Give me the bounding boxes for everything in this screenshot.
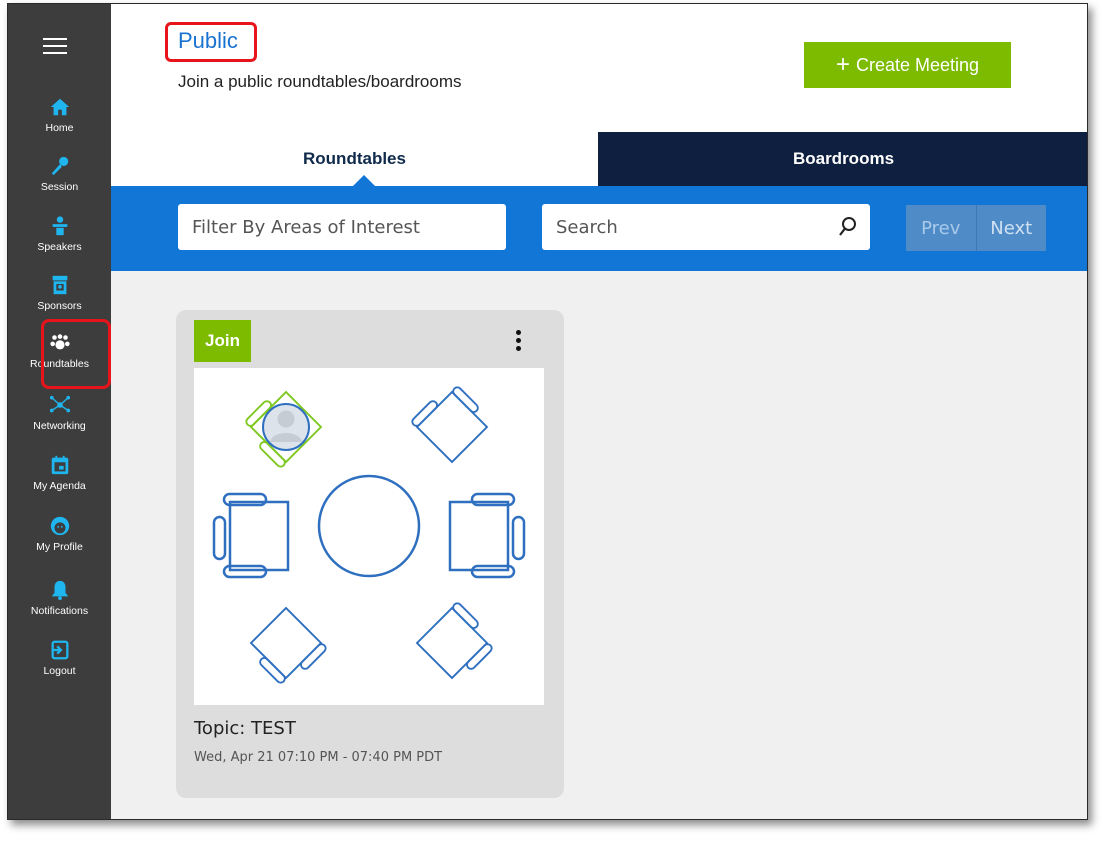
tab-boardrooms[interactable]: Boardrooms [598,132,1087,186]
interest-filter-input[interactable]: Filter By Areas of Interest [178,204,506,250]
sidebar-item-home[interactable]: Home [8,96,111,152]
calendar-icon [51,455,68,475]
sidebar-item-label: My Profile [36,541,83,553]
search-placeholder: Search [556,216,618,238]
seat-empty[interactable] [212,492,290,579]
interest-filter-placeholder: Filter By Areas of Interest [192,216,420,238]
pagination: Prev Next [906,205,1046,251]
sidebar-item-logout[interactable]: Logout [8,639,111,695]
sidebar-item-label: Notifications [30,605,89,617]
roundtables-highlight-annotation [41,319,111,389]
sidebar-item-label: Session [40,181,79,193]
avatar [262,403,310,451]
sidebar-item-label: Logout [43,665,76,677]
roundtable-card: Join Topic: TEST Wed, Apr 21 07:10 PM - … [176,310,564,798]
seat-empty[interactable] [448,492,526,579]
speaker-podium-icon [52,216,67,236]
search-icon[interactable] [838,216,858,238]
sidebar-item-notifications[interactable]: Notifications [8,579,111,635]
next-button[interactable]: Next [977,205,1047,251]
sidebar-item-networking[interactable]: Networking [8,394,111,450]
prev-button[interactable]: Prev [906,205,976,251]
seat-empty[interactable] [415,600,500,685]
seat-empty[interactable] [244,606,329,691]
hamburger-menu-icon[interactable] [43,38,67,54]
search-input[interactable]: Search [542,204,870,250]
sidebar-item-label: My Agenda [33,480,86,492]
sidebar-item-session[interactable]: Session [8,155,111,211]
create-meeting-button[interactable]: + Create Meeting [804,42,1011,88]
sidebar-item-label: Networking [33,420,86,432]
sponsor-booth-icon [52,275,67,295]
meeting-time: Wed, Apr 21 07:10 PM - 07:40 PM PDT [194,750,443,765]
sidebar-item-label: Home [45,122,74,134]
create-meeting-label: Create Meeting [855,54,980,75]
sidebar-item-my-agenda[interactable]: My Agenda [8,454,111,510]
profile-face-icon [50,516,69,536]
app-window: Home Session Speakers Sponsors Roundtabl… [7,3,1088,820]
sidebar-item-label: Speakers [37,241,82,253]
microphone-icon [51,156,68,176]
page-subtitle: Join a public roundtables/boardrooms [178,72,462,91]
round-table [317,474,421,578]
sidebar-item-label: Sponsors [37,300,82,312]
home-icon [50,98,69,116]
seat-empty[interactable] [409,379,494,464]
bell-icon [51,580,68,601]
network-icon [49,395,70,413]
plus-icon: + [835,51,850,78]
active-tab-indicator [353,175,375,186]
logout-icon [51,640,68,660]
title-highlight-annotation [165,22,257,62]
more-options-icon[interactable] [511,330,525,356]
sidebar-item-my-profile[interactable]: My Profile [8,515,111,571]
sidebar: Home Session Speakers Sponsors Roundtabl… [8,4,111,819]
table-seating-map [194,368,544,705]
meeting-topic: Topic: TEST [194,718,296,739]
join-button[interactable]: Join [194,320,251,362]
sidebar-item-speakers[interactable]: Speakers [8,215,111,271]
